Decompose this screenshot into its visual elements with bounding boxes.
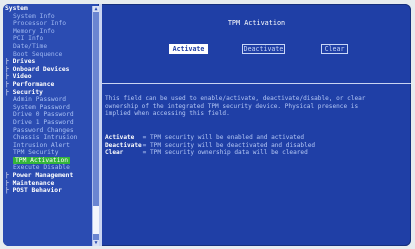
menu-item-post-behavior[interactable]: ├ POST Behavior	[5, 187, 91, 195]
menu-item-security[interactable]: ├ Security	[5, 89, 91, 97]
menu-item-system-password[interactable]: System Password	[5, 104, 91, 112]
menu-item-pci-info[interactable]: PCI Info	[5, 35, 91, 43]
menu-item-chassis-intrusion[interactable]: Chassis Intrusion	[5, 134, 91, 142]
legend-term: Deactivate	[105, 141, 142, 149]
menu-item-memory-info[interactable]: Memory Info	[5, 28, 91, 36]
menu-item-power-management[interactable]: ├ Power Management	[5, 172, 91, 180]
settings-menu: System System Info Processor Info Memory…	[5, 5, 91, 195]
menu-item-date-time[interactable]: Date/Time	[5, 43, 91, 51]
option-legend: Activate = TPM security will be enabled …	[105, 134, 411, 157]
sidebar: System System Info Processor Info Memory…	[3, 4, 99, 246]
menu-item-intrusion-alert[interactable]: Intrusion Alert	[5, 142, 91, 150]
clear-button[interactable]: Clear	[321, 44, 348, 54]
page-title: TPM Activation	[227, 19, 286, 27]
legend-term: Activate	[105, 134, 135, 141]
legend-row-clear: Clear = TPM security ownership data will…	[105, 149, 411, 157]
menu-item-onboard-devices[interactable]: ├ Onboard Devices	[5, 66, 91, 74]
help-line: This field can be used to enable/activat…	[105, 95, 366, 102]
menu-item-maintenance[interactable]: ├ Maintenance	[5, 180, 91, 188]
deactivate-button[interactable]: Deactivate	[242, 44, 285, 54]
menu-item-admin-password[interactable]: Admin Password	[5, 96, 91, 104]
legend-term: Clear	[105, 149, 124, 157]
legend-desc: = TPM security will be deactivated and d…	[142, 141, 316, 149]
menu-item-drive-1-password[interactable]: Drive 1 Password	[5, 119, 91, 127]
menu-item-performance[interactable]: ├ Performance	[5, 81, 91, 89]
section-divider	[102, 83, 411, 84]
help-text: This field can be used to enable/activat…	[105, 95, 411, 118]
activate-button[interactable]: Activate	[169, 44, 208, 54]
menu-item-video[interactable]: ├ Video	[5, 73, 91, 81]
legend-desc: = TPM security will be enabled and activ…	[142, 134, 305, 141]
bios-screen: System System Info Processor Info Memory…	[3, 4, 411, 246]
help-line: implied when accessing this field.	[105, 110, 230, 118]
legend-row-deactivate: Deactivate = TPM security will be deacti…	[105, 142, 411, 150]
sidebar-scrollbar[interactable]: ▲ ▼	[92, 6, 99, 246]
menu-item-drives[interactable]: ├ Drives	[5, 58, 91, 66]
menu-item-system[interactable]: System	[5, 5, 91, 13]
menu-item-password-changes[interactable]: Password Changes	[5, 127, 91, 135]
menu-item-tpm-activation[interactable]: TPM Activation	[5, 156, 91, 165]
legend-row-activate: Activate = TPM security will be enabled …	[105, 134, 411, 142]
help-line: ownership of the integrated TPM security…	[105, 102, 359, 110]
menu-item-tpm-security[interactable]: TPM Security	[5, 149, 91, 157]
menu-item-processor-info[interactable]: Processor Info	[5, 20, 91, 28]
legend-desc: = TPM security ownership data will be cl…	[142, 149, 308, 157]
menu-item-system-info[interactable]: System Info	[5, 13, 91, 21]
main-panel: TPM Activation Activate Deactivate Clear…	[102, 4, 411, 246]
menu-item-boot-sequence[interactable]: Boot Sequence	[5, 51, 91, 59]
menu-item-drive-0-password[interactable]: Drive 0 Password	[5, 111, 91, 119]
menu-item-execute-disable[interactable]: Execute Disable	[5, 164, 91, 172]
